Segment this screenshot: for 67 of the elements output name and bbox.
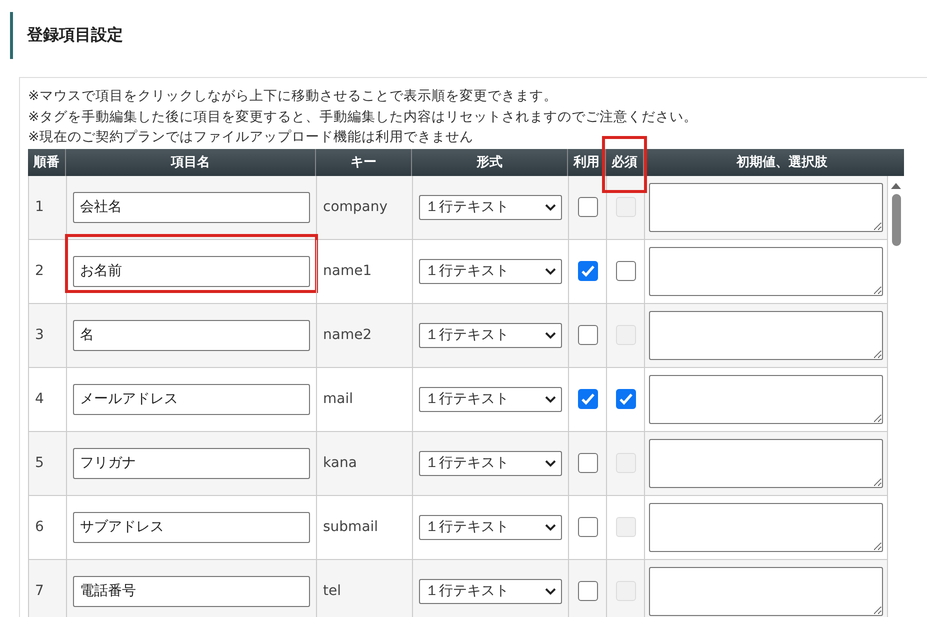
chevron-icon <box>545 396 556 402</box>
required-checkbox[interactable] <box>616 261 636 281</box>
order-number: 6 <box>35 519 44 535</box>
order-number: 1 <box>35 199 44 215</box>
item-name-field[interactable]: 会社名 <box>73 192 310 222</box>
item-name-field[interactable]: 電話番号 <box>73 576 310 606</box>
format-select[interactable]: １行テキスト <box>419 514 562 540</box>
order-number: 4 <box>35 391 44 407</box>
check-icon <box>580 393 594 405</box>
order-number: 5 <box>35 455 44 471</box>
key-text: submail <box>323 519 378 535</box>
key-text: mail <box>323 391 353 407</box>
format-select[interactable]: １行テキスト <box>419 322 562 348</box>
use-checkbox[interactable] <box>578 325 598 345</box>
column-header: キー <box>350 154 376 170</box>
section-title: 登録項目設定 <box>10 12 927 59</box>
chevron-icon <box>545 588 556 594</box>
item-name-field[interactable]: メールアドレス <box>73 384 310 414</box>
chevron-icon <box>545 332 556 338</box>
column-header: 順番 <box>34 154 60 170</box>
default-value-field[interactable] <box>649 438 883 488</box>
default-value-field[interactable] <box>649 374 883 424</box>
required-checkbox[interactable] <box>616 389 636 409</box>
key-text: kana <box>323 455 357 471</box>
use-checkbox[interactable] <box>578 581 598 601</box>
use-checkbox[interactable] <box>578 453 598 473</box>
column-header: 初期値、選択肢 <box>736 154 828 170</box>
format-select[interactable]: １行テキスト <box>419 386 562 412</box>
chevron-icon <box>545 204 556 210</box>
column-header: 形式 <box>476 154 502 170</box>
column-header: 項目名 <box>171 154 210 170</box>
chevron-icon <box>545 524 556 530</box>
note-text: ※マウスで項目をクリックしながら上下に移動させることで表示順を変更できます。 <box>28 87 558 106</box>
default-value-field[interactable] <box>649 502 883 552</box>
use-checkbox[interactable] <box>578 261 598 281</box>
default-value-field[interactable] <box>649 246 883 296</box>
scroll-up-icon[interactable] <box>890 182 902 190</box>
item-name-field[interactable]: お名前 <box>73 256 310 286</box>
order-number: 7 <box>35 583 44 599</box>
order-number: 2 <box>35 263 44 279</box>
scrollbar-thumb[interactable] <box>892 194 900 246</box>
note-text: ※現在のご契約プランではファイルアップロード機能は利用できません <box>28 128 474 147</box>
chevron-icon <box>545 460 556 466</box>
key-text: tel <box>323 583 341 599</box>
column-header: 利用 <box>574 154 600 170</box>
column-header: 必須 <box>612 154 638 170</box>
format-select[interactable]: １行テキスト <box>419 258 562 284</box>
use-checkbox[interactable] <box>578 389 598 409</box>
default-value-field[interactable] <box>649 182 883 232</box>
note-text: ※タグを手動編集した後に項目を変更すると、手動編集した内容はリセットされますのでご注意ください。 <box>28 108 698 126</box>
order-number: 3 <box>35 327 44 343</box>
item-name-field[interactable]: 名 <box>73 320 310 350</box>
key-text: name1 <box>323 263 372 279</box>
key-text: company <box>323 199 388 215</box>
item-name-field[interactable]: フリガナ <box>73 448 310 478</box>
check-icon <box>618 393 632 405</box>
use-checkbox[interactable] <box>578 197 598 217</box>
key-text: name2 <box>323 327 372 343</box>
format-select[interactable]: １行テキスト <box>419 578 562 604</box>
format-select[interactable]: １行テキスト <box>419 194 562 220</box>
format-select[interactable]: １行テキスト <box>419 450 562 476</box>
default-value-field[interactable] <box>649 566 883 616</box>
check-icon <box>580 265 594 277</box>
item-name-field[interactable]: サブアドレス <box>73 512 310 542</box>
use-checkbox[interactable] <box>578 517 598 537</box>
default-value-field[interactable] <box>649 310 883 360</box>
chevron-icon <box>545 268 556 274</box>
